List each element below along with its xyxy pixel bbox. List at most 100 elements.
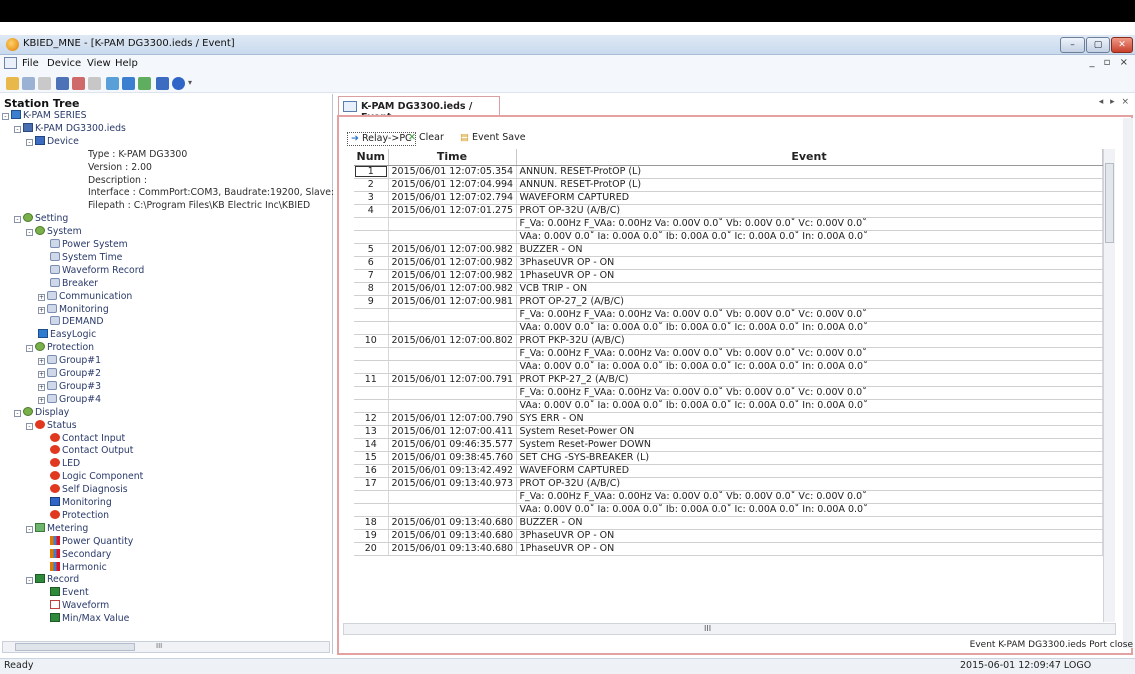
tree-node[interactable]: - Device bbox=[26, 135, 79, 147]
table-row[interactable]: 17 2015/06/01 09:13:40.973 PROT OP-32U (A/… bbox=[354, 477, 1103, 491]
table-vertical-scrollbar[interactable] bbox=[1103, 149, 1115, 622]
tree-node[interactable]: - Setting bbox=[14, 213, 68, 224]
tree-node[interactable]: Event bbox=[50, 587, 89, 598]
scrollbar-thumb[interactable] bbox=[15, 643, 135, 651]
table-row[interactable]: 20 2015/06/01 09:13:40.680 1PhaseUVR OP - … bbox=[354, 542, 1103, 556]
menu-file[interactable]: File bbox=[22, 58, 39, 69]
table-row[interactable]: F_Va: 0.00Hz F_VAa: 0.00Hz Va: 0.00V 0.0… bbox=[354, 308, 1103, 322]
column-header-num[interactable]: Num bbox=[354, 149, 389, 166]
scrollbar-thumb[interactable] bbox=[1105, 163, 1114, 243]
tree-node[interactable]: - Display bbox=[14, 406, 69, 418]
table-row[interactable]: 8 2015/06/01 12:07:00.982 VCB TRIP - ON bbox=[354, 282, 1103, 296]
tree-node[interactable]: - System bbox=[26, 226, 82, 237]
expand-toggle-icon[interactable]: + bbox=[38, 383, 45, 391]
menu-view[interactable]: View bbox=[87, 58, 111, 69]
tree-node[interactable]: Version : 2.00 bbox=[88, 162, 152, 173]
table-row[interactable]: 11 2015/06/01 12:07:00.791 PROT PKP-27_2 (… bbox=[354, 373, 1103, 387]
tree-node[interactable]: Monitoring bbox=[50, 497, 112, 508]
tree-node[interactable]: Waveform bbox=[50, 600, 109, 611]
window-icon[interactable] bbox=[156, 77, 169, 90]
clear-button[interactable]: ✕ Clear bbox=[408, 132, 444, 146]
table-row[interactable]: 6 2015/06/01 12:07:00.982 3PhaseUVR OP - O… bbox=[354, 256, 1103, 270]
event-save-button[interactable]: ▤ Event Save bbox=[460, 132, 526, 146]
table-row[interactable]: 19 2015/06/01 09:13:40.680 3PhaseUVR OP - … bbox=[354, 529, 1103, 543]
table-row[interactable]: F_Va: 0.00Hz F_VAa: 0.00Hz Va: 0.00V 0.0… bbox=[354, 386, 1103, 400]
table-row[interactable]: 10 2015/06/01 12:07:00.802 PROT PKP-32U (A… bbox=[354, 334, 1103, 348]
expand-toggle-icon[interactable]: + bbox=[38, 306, 45, 314]
tree-node[interactable]: Waveform Record bbox=[50, 264, 144, 276]
table-row[interactable]: 13 2015/06/01 12:07:00.411 System Reset-Po… bbox=[354, 425, 1103, 439]
mdi-window-controls[interactable]: _ ▫ × bbox=[1089, 57, 1131, 68]
collapse-toggle-icon[interactable]: - bbox=[14, 125, 21, 133]
table-row[interactable]: 18 2015/06/01 09:13:40.680 BUZZER - ON bbox=[354, 516, 1103, 530]
close-button[interactable]: ✕ bbox=[1111, 37, 1133, 53]
collapse-toggle-icon[interactable]: - bbox=[14, 409, 21, 417]
table-horizontal-scrollbar[interactable]: III bbox=[343, 623, 1116, 635]
tree-node[interactable]: LED bbox=[50, 458, 80, 469]
read-icon[interactable] bbox=[72, 77, 85, 90]
list-icon[interactable] bbox=[56, 77, 69, 90]
table-row[interactable]: 16 2015/06/01 09:13:42.492 WAVEFORM CAPTUR… bbox=[354, 464, 1103, 478]
tree-node[interactable]: Min/Max Value bbox=[50, 613, 129, 624]
table-row[interactable]: VAa: 0.00V 0.0˚ Ia: 0.00A 0.0˚ Ib: 0.00A… bbox=[354, 503, 1103, 517]
tree-node[interactable]: + Group#2 bbox=[38, 368, 101, 379]
tree-node[interactable]: Filepath : C:\Program Files\KB Electric … bbox=[88, 200, 310, 211]
maximize-button[interactable]: ▢ bbox=[1086, 37, 1110, 53]
tree-node[interactable]: Self Diagnosis bbox=[50, 484, 128, 495]
toolbar-overflow-icon[interactable]: ▾ bbox=[188, 78, 192, 87]
tree-node[interactable]: Secondary bbox=[50, 548, 111, 560]
tree-node[interactable]: - K-PAM SERIES bbox=[2, 110, 87, 121]
collapse-toggle-icon[interactable]: - bbox=[2, 113, 9, 120]
tree-node[interactable]: Power System bbox=[50, 239, 128, 250]
tree-node[interactable]: Breaker bbox=[50, 277, 98, 289]
tree-node[interactable]: Harmonic bbox=[50, 561, 107, 573]
collapse-toggle-icon[interactable]: - bbox=[26, 138, 33, 146]
table-row[interactable]: F_Va: 0.00Hz F_VAa: 0.00Hz Va: 0.00V 0.0… bbox=[354, 490, 1103, 504]
expand-toggle-icon[interactable]: + bbox=[38, 293, 45, 301]
table-row[interactable]: VAa: 0.00V 0.0˚ Ia: 0.00A 0.0˚ Ib: 0.00A… bbox=[354, 321, 1103, 335]
table-row[interactable]: F_Va: 0.00Hz F_VAa: 0.00Hz Va: 0.00V 0.0… bbox=[354, 347, 1103, 361]
tree-node[interactable]: Power Quantity bbox=[50, 535, 133, 547]
collapse-toggle-icon[interactable]: - bbox=[26, 229, 33, 237]
write-icon[interactable] bbox=[88, 77, 101, 90]
table-row[interactable]: 3 2015/06/01 12:07:02.794 WAVEFORM CAPTURE… bbox=[354, 191, 1103, 205]
monitor-icon[interactable] bbox=[122, 77, 135, 90]
expand-toggle-icon[interactable]: + bbox=[38, 358, 45, 366]
tree-node[interactable]: + Group#4 bbox=[38, 393, 101, 405]
tree-node[interactable]: DEMAND bbox=[50, 316, 104, 327]
save-icon[interactable] bbox=[22, 77, 35, 90]
tree-node[interactable]: - Status bbox=[26, 419, 77, 431]
table-row[interactable]: VAa: 0.00V 0.0˚ Ia: 0.00A 0.0˚ Ib: 0.00A… bbox=[354, 399, 1103, 413]
table-row[interactable]: 9 2015/06/01 12:07:00.981 PROT OP-27_2 (A/… bbox=[354, 295, 1103, 309]
column-header-time[interactable]: Time bbox=[388, 149, 517, 166]
expand-toggle-icon[interactable]: + bbox=[38, 396, 45, 404]
open-folder-icon[interactable] bbox=[6, 77, 19, 90]
table-row[interactable]: VAa: 0.00V 0.0˚ Ia: 0.00A 0.0˚ Ib: 0.00A… bbox=[354, 230, 1103, 244]
table-row[interactable]: F_Va: 0.00Hz F_VAa: 0.00Hz Va: 0.00V 0.0… bbox=[354, 217, 1103, 231]
table-row[interactable]: VAa: 0.00V 0.0˚ Ia: 0.00A 0.0˚ Ib: 0.00A… bbox=[354, 360, 1103, 374]
collapse-toggle-icon[interactable]: - bbox=[26, 345, 33, 353]
collapse-toggle-icon[interactable]: - bbox=[26, 525, 33, 533]
tree-node[interactable]: - Metering bbox=[26, 522, 88, 534]
save-all-icon[interactable] bbox=[38, 77, 51, 90]
tree-node[interactable]: - Record bbox=[26, 574, 79, 585]
collapse-toggle-icon[interactable]: - bbox=[14, 216, 21, 224]
document-vertical-scrollbar[interactable] bbox=[1123, 118, 1133, 648]
table-row[interactable]: 4 2015/06/01 12:07:01.275 PROT OP-32U (A/B… bbox=[354, 204, 1103, 218]
tree-node[interactable]: Logic Component bbox=[50, 471, 143, 482]
tree-node[interactable]: EasyLogic bbox=[38, 329, 96, 340]
tree-node[interactable]: System Time bbox=[50, 251, 122, 263]
minimize-button[interactable]: – bbox=[1060, 37, 1085, 53]
table-row[interactable]: 15 2015/06/01 09:38:45.760 SET CHG -SYS-BR… bbox=[354, 451, 1103, 465]
table-row[interactable]: 1 2015/06/01 12:07:05.354 ANNUN. RESET-Pro… bbox=[354, 165, 1103, 179]
grid-icon[interactable] bbox=[138, 77, 151, 90]
relay-to-pc-button[interactable]: ➜ Relay->PC bbox=[347, 132, 416, 146]
tree-node[interactable]: + Group#3 bbox=[38, 380, 101, 392]
tree-horizontal-scrollbar[interactable]: III bbox=[2, 641, 330, 653]
tree-node[interactable]: - Protection bbox=[26, 342, 94, 353]
tree-node[interactable]: Contact Input bbox=[50, 432, 125, 444]
tree-node[interactable]: Type : K-PAM DG3300 bbox=[88, 149, 187, 160]
table-row[interactable]: 12 2015/06/01 12:07:00.790 SYS ERR - ON bbox=[354, 412, 1103, 426]
tree-node[interactable]: + Group#1 bbox=[38, 355, 101, 366]
tab-controls[interactable]: ◂ ▸ × bbox=[1099, 97, 1131, 107]
